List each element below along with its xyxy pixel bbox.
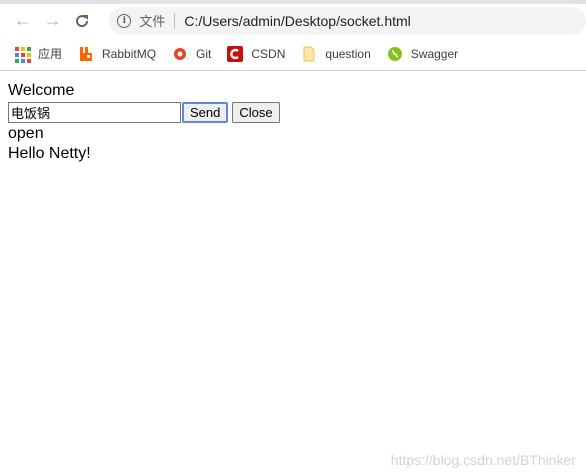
apps-grid-icon <box>14 46 31 63</box>
scheme-label: 文件 <box>139 14 166 29</box>
omnibox-divider <box>174 12 176 29</box>
info-icon[interactable]: i <box>117 13 132 28</box>
send-button[interactable]: Send <box>182 102 229 123</box>
bookmark-label: Swagger <box>410 46 459 61</box>
close-button[interactable]: Close <box>232 102 280 123</box>
csdn-icon <box>227 45 244 62</box>
reload-icon[interactable] <box>68 6 98 36</box>
bookmark-label: Git <box>196 46 212 61</box>
bookmark-git[interactable]: Git <box>172 46 211 62</box>
bookmark-label: 应用 <box>38 47 63 61</box>
message-log-item: open <box>8 125 44 142</box>
bookmark-label: CSDN <box>251 46 286 61</box>
bookmark-rabbitmq[interactable]: RabbitMQ <box>78 46 156 62</box>
folder-icon <box>303 46 315 61</box>
back-arrow-icon[interactable]: ← <box>8 6 38 36</box>
bookmark-label: question <box>325 46 371 61</box>
bookmark-swagger[interactable]: Swagger <box>387 46 458 62</box>
url-text[interactable]: C:/Users/admin/Desktop/socket.html <box>184 13 410 29</box>
message-log-item: Hello Netty! <box>8 145 91 162</box>
page-heading: Welcome <box>8 82 75 99</box>
watermark: https://blog.csdn.net/BThinker <box>390 452 576 468</box>
address-bar[interactable]: i 文件 C:/Users/admin/Desktop/socket.html <box>109 6 586 35</box>
bookmark-question[interactable]: question <box>301 46 371 62</box>
bookmark-csdn[interactable]: CSDN <box>227 45 286 62</box>
bookmarks-bar: 应用 RabbitMQ Git CSDN question Swagger <box>0 37 586 71</box>
browser-toolbar: ← → i 文件 C:/Users/admin/Desktop/socket.h… <box>0 4 586 37</box>
forward-arrow-icon[interactable]: → <box>38 6 68 36</box>
bookmark-label: RabbitMQ <box>102 46 157 61</box>
rabbitmq-icon <box>80 46 93 61</box>
page-content: Welcome Send Close open Hello Netty! <box>0 71 586 174</box>
message-input[interactable] <box>8 102 181 123</box>
swagger-icon <box>387 46 402 61</box>
git-gear-icon <box>174 47 187 60</box>
bookmark-apps[interactable]: 应用 <box>14 45 63 63</box>
message-form: Send Close <box>8 101 578 124</box>
